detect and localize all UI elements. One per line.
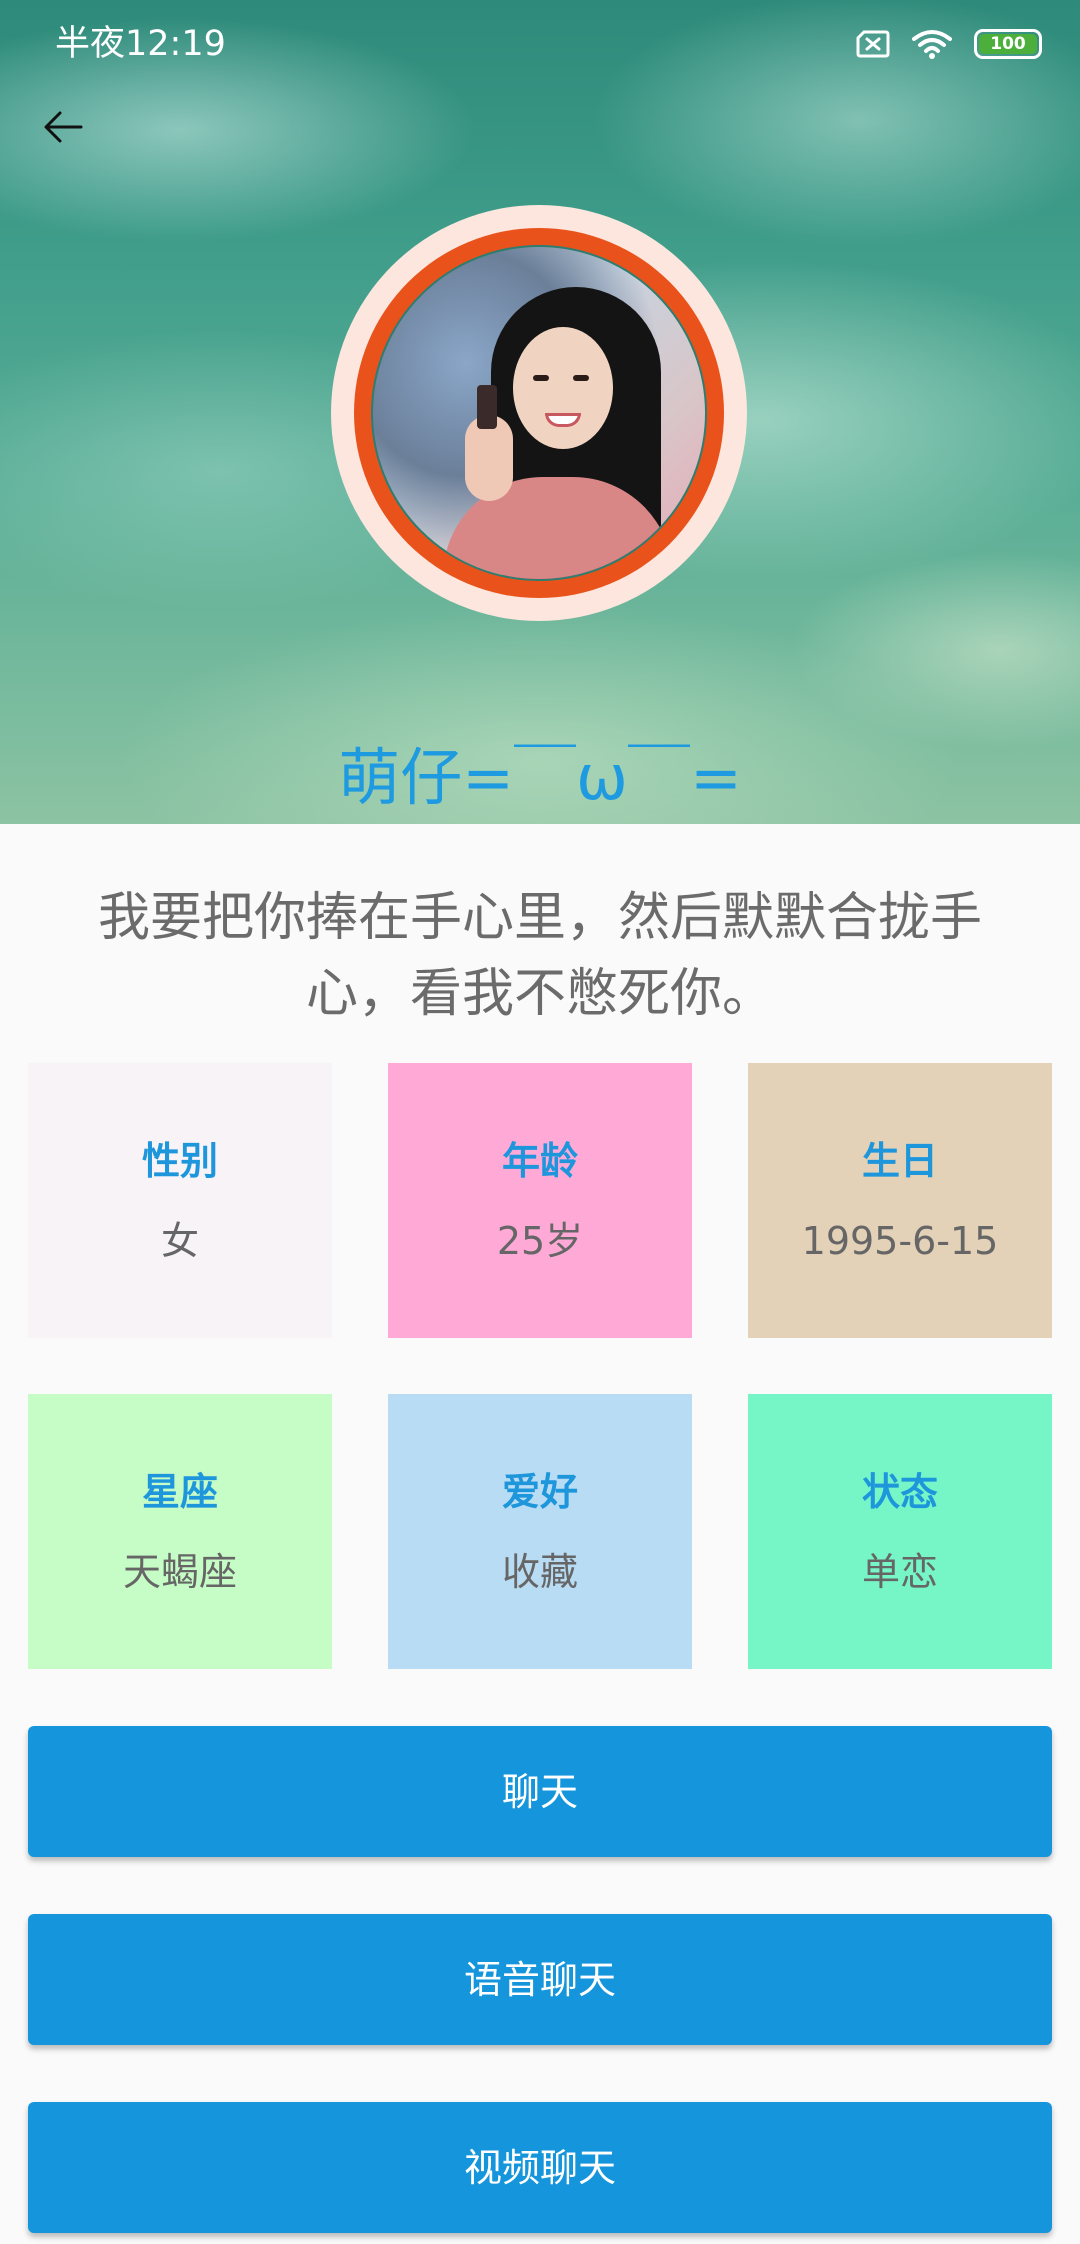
- chat-button[interactable]: 聊天: [28, 1726, 1052, 1857]
- info-card-value: 女: [160, 1218, 199, 1263]
- avatar-lipstick: [477, 385, 497, 429]
- info-card-age: 年龄 25岁: [388, 1063, 692, 1338]
- status-time: 半夜12:19: [55, 24, 226, 64]
- avatar-eye: [573, 375, 589, 381]
- avatar[interactable]: [371, 245, 707, 581]
- video-chat-button[interactable]: 视频聊天: [28, 2102, 1052, 2233]
- avatar-face: [513, 327, 613, 449]
- profile-header: 半夜12:19 100 萌仔=￣ω￣=: [0, 0, 1080, 824]
- info-card-status: 状态 单恋: [748, 1394, 1052, 1669]
- info-card-value: 收藏: [501, 1549, 578, 1594]
- avatar-frame: [331, 205, 747, 621]
- info-card-label: 状态: [861, 1469, 938, 1514]
- video-chat-button-label: 视频聊天: [463, 2145, 616, 2190]
- info-card-gender: 性别 女: [28, 1063, 332, 1338]
- info-card-value: 25岁: [496, 1218, 584, 1263]
- info-card-label: 年龄: [501, 1138, 578, 1183]
- avatar-ring: [354, 228, 724, 598]
- battery-icon: 100: [974, 29, 1042, 59]
- info-card-value: 1995-6-15: [801, 1218, 999, 1263]
- sim-off-icon: [856, 30, 890, 58]
- status-icons: 100: [856, 26, 1042, 62]
- info-card-label: 生日: [861, 1138, 938, 1183]
- nickname: 萌仔=￣ω￣=: [338, 741, 742, 814]
- battery-level: 100: [990, 33, 1026, 54]
- arrow-left-icon: [43, 110, 83, 148]
- chat-button-label: 聊天: [501, 1769, 578, 1814]
- info-card-label: 爱好: [501, 1469, 578, 1514]
- back-button[interactable]: [34, 100, 92, 158]
- wifi-icon: [912, 29, 952, 59]
- info-card-constellation: 星座 天蝎座: [28, 1394, 332, 1669]
- info-card-value: 天蝎座: [122, 1549, 237, 1594]
- info-card-value: 单恋: [861, 1549, 938, 1594]
- info-card-hobby: 爱好 收藏: [388, 1394, 692, 1669]
- signature-text: 我要把你捧在手心里，然后默默合拢手心，看我不憋死你。: [97, 888, 982, 1024]
- battery-fill: 100: [979, 34, 1037, 54]
- voice-chat-button[interactable]: 语音聊天: [28, 1914, 1052, 2045]
- info-card-label: 星座: [141, 1469, 218, 1514]
- avatar-eye: [533, 375, 549, 381]
- voice-chat-button-label: 语音聊天: [463, 1957, 616, 2002]
- status-bar: 半夜12:19 100: [0, 0, 1080, 86]
- info-card-birthday: 生日 1995-6-15: [748, 1063, 1052, 1338]
- info-card-label: 性别: [141, 1138, 218, 1183]
- info-grid: 性别 女 年龄 25岁 生日 1995-6-15 星座 天蝎座 爱好 收藏 状态…: [28, 1063, 1052, 1669]
